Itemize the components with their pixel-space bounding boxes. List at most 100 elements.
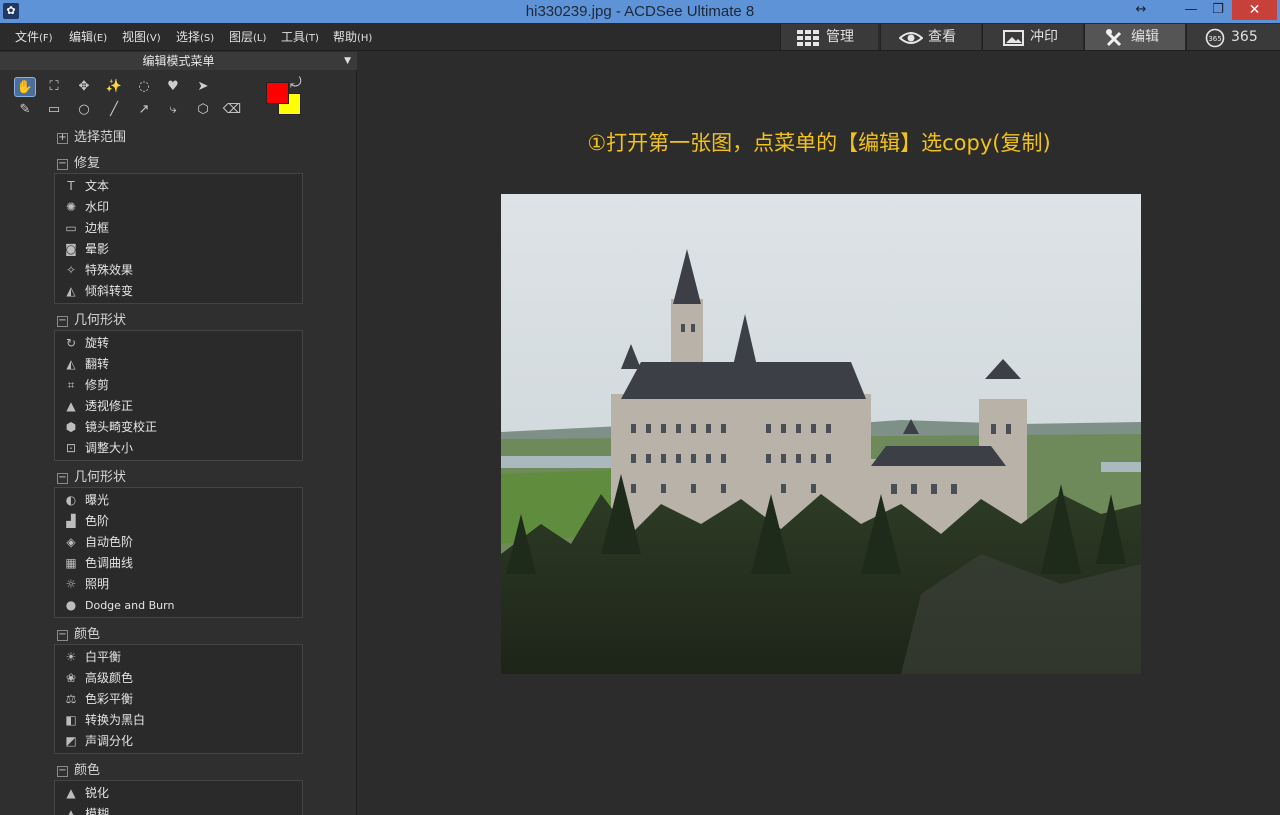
tab-manage[interactable]: 管理 bbox=[780, 24, 878, 50]
tool-auto-levels[interactable]: ◈ 自动色阶 bbox=[63, 533, 133, 551]
brush-select-icon[interactable]: ♥ bbox=[162, 77, 184, 97]
maximize-button[interactable]: ❐ bbox=[1203, 0, 1233, 20]
collapse-icon[interactable]: − bbox=[57, 159, 68, 170]
tool-flip[interactable]: ◭ 翻转 bbox=[63, 355, 109, 373]
menu-select[interactable]: 选择(S) bbox=[176, 28, 214, 45]
grid-icon bbox=[797, 30, 819, 46]
menu-help[interactable]: 帮助(H) bbox=[333, 28, 372, 45]
foreground-color-swatch[interactable] bbox=[266, 82, 289, 104]
tool-crop[interactable]: ⌗ 修剪 bbox=[63, 376, 109, 394]
section-detail[interactable]: − 颜色 bbox=[57, 763, 100, 779]
image-canvas: ①打开第一张图，点菜单的【编辑】选copy(复制) bbox=[358, 52, 1280, 815]
menu-edit[interactable]: 编辑(E) bbox=[69, 28, 107, 45]
transform-icon[interactable]: ⛶ bbox=[43, 77, 65, 97]
section-geometry[interactable]: − 几何形状 bbox=[57, 313, 126, 329]
tilt-shift-icon: ◭ bbox=[66, 284, 76, 298]
arrow-icon[interactable]: ↗ bbox=[133, 100, 155, 120]
move-icon[interactable]: ✥ bbox=[73, 77, 95, 97]
tool-color-balance[interactable]: ⚖ 色彩平衡 bbox=[63, 690, 133, 708]
tool-advanced-color[interactable]: ❀ 高级颜色 bbox=[63, 669, 133, 687]
swap-colors-icon[interactable]: ⤾ bbox=[290, 75, 302, 91]
tool-white-balance[interactable]: ☀ 白平衡 bbox=[63, 648, 121, 666]
photo-icon bbox=[1003, 30, 1024, 46]
color-balance-icon: ⚖ bbox=[65, 692, 77, 706]
section-repair[interactable]: − 修复 bbox=[57, 156, 100, 172]
lasso-icon[interactable]: ◌ bbox=[133, 77, 155, 97]
menu-tools[interactable]: 工具(T) bbox=[281, 28, 319, 45]
tab-365-label: 365 bbox=[1231, 29, 1258, 45]
pen-icon[interactable]: ✎ bbox=[14, 100, 36, 120]
tool-lens-distortion[interactable]: ⬢ 镜头畸变校正 bbox=[63, 418, 157, 436]
collapse-icon[interactable]: − bbox=[57, 316, 68, 327]
menu-layer-label: 图层 bbox=[229, 30, 254, 44]
sharpen-icon: ▲ bbox=[66, 786, 76, 800]
tool-perspective[interactable]: ▲ 透视修正 bbox=[63, 397, 133, 415]
menu-layer-key: (L) bbox=[253, 33, 267, 44]
dodge-burn-icon: ● bbox=[65, 598, 77, 612]
menu-view[interactable]: 视图(V) bbox=[122, 28, 161, 45]
menu-file[interactable]: 文件(F) bbox=[15, 28, 53, 45]
panel-dropdown-icon[interactable]: ▼ bbox=[344, 52, 351, 70]
tool-levels[interactable]: ▟ 色阶 bbox=[63, 512, 109, 530]
polygon-icon[interactable]: ⬡ bbox=[192, 100, 214, 120]
tool-sharpen[interactable]: ▲ 锐化 bbox=[63, 784, 109, 802]
tool-dodge-burn[interactable]: ● Dodge and Burn bbox=[63, 596, 175, 614]
menu-file-key: (F) bbox=[39, 33, 53, 44]
instruction-caption: ①打开第一张图，点菜单的【编辑】选copy(复制) bbox=[587, 131, 1051, 155]
tab-view[interactable]: 查看 bbox=[880, 24, 981, 50]
tool-text[interactable]: T 文本 bbox=[63, 177, 109, 195]
tab-edit-label: 编辑 bbox=[1131, 29, 1159, 45]
menu-layer[interactable]: 图层(L) bbox=[229, 28, 266, 45]
item-label: 曝光 bbox=[85, 493, 110, 507]
collapse-icon[interactable]: − bbox=[57, 630, 68, 641]
item-label: 特殊效果 bbox=[85, 263, 134, 277]
text-icon: T bbox=[67, 179, 75, 193]
section-selection[interactable]: + 选择范围 bbox=[57, 130, 126, 146]
tool-exposure[interactable]: ◐ 曝光 bbox=[63, 491, 109, 509]
line-icon[interactable]: ╱ bbox=[103, 100, 125, 120]
menu-select-label: 选择 bbox=[176, 30, 201, 44]
tab-edit[interactable]: 编辑 bbox=[1084, 24, 1185, 50]
tool-tone-curve[interactable]: ▦ 色调曲线 bbox=[63, 554, 133, 572]
hand-icon[interactable]: ✋ bbox=[14, 77, 36, 97]
collapse-icon[interactable]: − bbox=[57, 473, 68, 484]
expand-icon[interactable]: + bbox=[57, 133, 68, 144]
magic-wand-icon[interactable]: ✨ bbox=[103, 77, 125, 97]
menu-help-key: (H) bbox=[357, 33, 373, 44]
tool-resize[interactable]: ⊡ 调整大小 bbox=[63, 439, 133, 457]
circle-icon[interactable]: ○ bbox=[73, 100, 95, 120]
eraser-icon[interactable]: ⌫ bbox=[221, 100, 243, 120]
auto-select-icon[interactable]: ➤ bbox=[192, 77, 214, 97]
tab-develop[interactable]: 冲印 bbox=[982, 24, 1083, 50]
title-bar: ✿ hi330239.jpg - ACDSee Ultimate 8 ↔ — ❐… bbox=[0, 0, 1280, 23]
tool-watermark[interactable]: ✺ 水印 bbox=[63, 198, 109, 216]
tab-365[interactable]: 365 365 bbox=[1186, 24, 1280, 50]
castle-photo[interactable] bbox=[501, 194, 1141, 674]
item-label: 晕影 bbox=[85, 242, 110, 256]
panel-header[interactable]: 编辑模式菜单 ▼ bbox=[0, 52, 357, 70]
tool-tilt-shift[interactable]: ◭ 倾斜转变 bbox=[63, 282, 133, 300]
curve-icon[interactable]: ⤷ bbox=[162, 100, 184, 120]
tool-split-tone[interactable]: ◩ 声调分化 bbox=[63, 732, 133, 750]
tool-rotate[interactable]: ↻ 旋转 bbox=[63, 334, 109, 352]
resize-icon: ⊡ bbox=[65, 441, 77, 455]
tool-blur[interactable]: ▲ 模糊 bbox=[63, 805, 109, 815]
tool-special-effects[interactable]: ✧ 特殊效果 bbox=[63, 261, 133, 279]
tool-black-white[interactable]: ◧ 转换为黑白 bbox=[63, 711, 145, 729]
lens-distortion-icon: ⬢ bbox=[65, 420, 77, 434]
tool-border[interactable]: ▭ 边框 bbox=[63, 219, 109, 237]
tool-vignette[interactable]: ◙ 晕影 bbox=[63, 240, 109, 258]
menu-help-label: 帮助 bbox=[333, 30, 358, 44]
close-button[interactable]: ✕ bbox=[1232, 0, 1277, 20]
section-exposure[interactable]: − 几何形状 bbox=[57, 470, 126, 486]
tab-develop-label: 冲印 bbox=[1030, 29, 1058, 45]
tool-lighting[interactable]: ☼ 照明 bbox=[63, 575, 109, 593]
resize-icon[interactable]: ↔ bbox=[1126, 0, 1156, 20]
crop-icon: ⌗ bbox=[67, 378, 75, 392]
minimize-button[interactable]: — bbox=[1176, 0, 1206, 20]
section-color[interactable]: − 颜色 bbox=[57, 627, 100, 643]
lighting-icon: ☼ bbox=[65, 577, 77, 591]
black-white-icon: ◧ bbox=[65, 713, 77, 727]
collapse-icon[interactable]: − bbox=[57, 766, 68, 777]
rectangle-icon[interactable]: ▭ bbox=[43, 100, 65, 120]
